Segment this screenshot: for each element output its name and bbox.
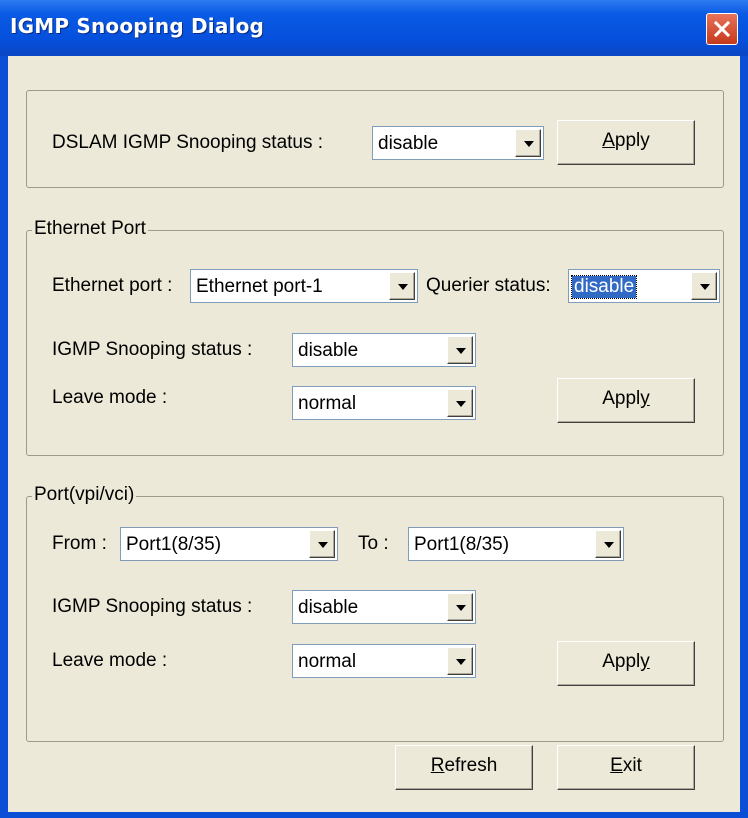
from-port-value: Port1(8/35)	[126, 534, 222, 555]
exit-label: xit	[622, 755, 642, 776]
vpi-vci-legend: Port(vpi/vci)	[32, 484, 137, 506]
chevron-down-icon[interactable]	[595, 530, 621, 558]
ethernet-snooping-value: disable	[298, 340, 359, 361]
ethernet-apply-button[interactable]: Apply	[557, 378, 695, 423]
chevron-down-icon[interactable]	[309, 530, 335, 558]
from-port-label: From :	[52, 533, 107, 554]
vpi-leave-mode-label: Leave mode :	[52, 650, 168, 671]
ethernet-port-value: Ethernet port-1	[196, 276, 323, 297]
dialog-body: DSLAM IGMP Snooping status : disable App…	[8, 56, 740, 812]
vpi-snooping-select[interactable]: disable	[292, 590, 476, 624]
ethernet-port-legend: Ethernet Port	[32, 218, 148, 240]
chevron-down-icon[interactable]	[691, 272, 717, 300]
chevron-down-icon[interactable]	[389, 272, 415, 300]
exit-mnemonic: E	[610, 755, 623, 776]
dslam-apply-button[interactable]: Apply	[557, 120, 695, 165]
dslam-apply-label: pply	[614, 130, 650, 151]
querier-status-label: Querier status:	[426, 275, 551, 296]
dslam-status-select[interactable]: disable	[372, 126, 544, 160]
window-title: IGMP Snooping Dialog	[10, 14, 265, 38]
vpi-apply-label: Appl	[602, 651, 641, 672]
refresh-label: efresh	[444, 755, 498, 776]
close-button[interactable]	[706, 13, 738, 45]
querier-status-value: disable	[570, 275, 638, 299]
querier-status-select[interactable]: disable	[568, 269, 720, 303]
refresh-button[interactable]: Refresh	[395, 745, 533, 790]
to-port-select[interactable]: Port1(8/35)	[408, 527, 624, 561]
chevron-down-icon[interactable]	[447, 593, 473, 621]
vpi-apply-button[interactable]: Apply	[557, 641, 695, 686]
ethernet-apply-label: Appl	[602, 388, 641, 409]
title-bar[interactable]: IGMP Snooping Dialog	[0, 0, 748, 56]
chevron-down-icon[interactable]	[447, 647, 473, 675]
chevron-down-icon[interactable]	[515, 129, 541, 157]
ethernet-leave-mode-select[interactable]: normal	[292, 386, 476, 420]
dslam-status-value: disable	[378, 133, 439, 154]
ethernet-leave-mode-label: Leave mode :	[52, 387, 168, 408]
dialog-window: IGMP Snooping Dialog DSLAM IGMP Snooping…	[0, 0, 748, 818]
vpi-leave-mode-select[interactable]: normal	[292, 644, 476, 678]
chevron-down-icon[interactable]	[447, 336, 473, 364]
ethernet-snooping-select[interactable]: disable	[292, 333, 476, 367]
ethernet-port-label: Ethernet port :	[52, 275, 173, 296]
exit-button[interactable]: Exit	[557, 745, 695, 790]
dslam-status-label: DSLAM IGMP Snooping status :	[52, 132, 324, 153]
ethernet-apply-mnemonic: y	[640, 388, 650, 409]
ethernet-port-select[interactable]: Ethernet port-1	[190, 269, 418, 303]
vpi-apply-mnemonic: y	[640, 651, 650, 672]
vpi-leave-mode-value: normal	[298, 651, 357, 672]
vpi-snooping-label: IGMP Snooping status :	[52, 596, 253, 617]
ethernet-leave-mode-value: normal	[298, 393, 357, 414]
vpi-snooping-value: disable	[298, 597, 359, 618]
ethernet-snooping-label: IGMP Snooping status :	[52, 339, 253, 360]
close-icon	[713, 20, 731, 38]
refresh-mnemonic: R	[430, 755, 445, 776]
to-port-value: Port1(8/35)	[414, 534, 510, 555]
from-port-select[interactable]: Port1(8/35)	[120, 527, 338, 561]
chevron-down-icon[interactable]	[447, 389, 473, 417]
dslam-apply-mnemonic: A	[602, 130, 615, 151]
to-port-label: To :	[358, 533, 389, 554]
